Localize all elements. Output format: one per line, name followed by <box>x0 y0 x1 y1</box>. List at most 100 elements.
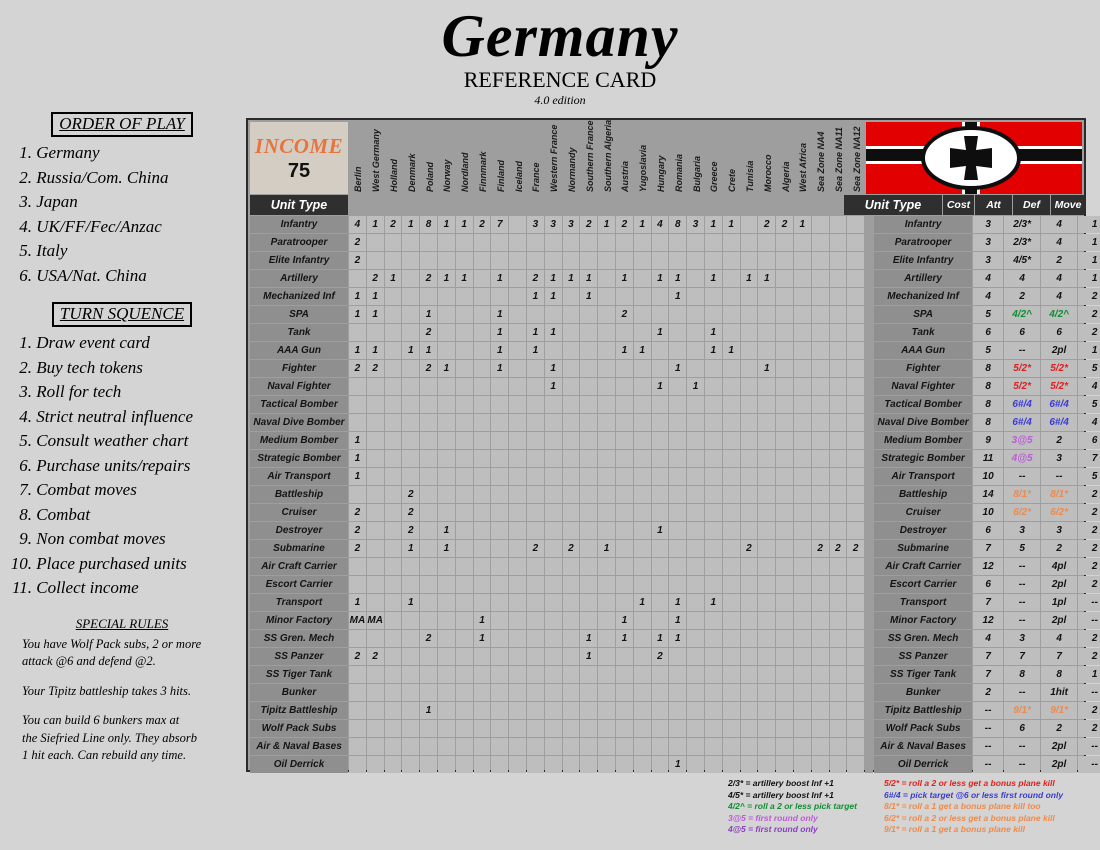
german-war-ensign-icon <box>866 122 1082 194</box>
placement-cell <box>598 234 615 251</box>
placement-cell <box>473 342 491 359</box>
table-row: Artillery 2 1 2 1 1 1 2 1 1 1 1 1 1 1 1 1 Artillery 4 4 4 1 <box>250 270 1100 287</box>
placement-cell: 1 <box>669 630 687 647</box>
placement-cell <box>633 702 651 719</box>
placement-cell <box>811 432 829 449</box>
placement-cell <box>544 756 562 773</box>
territory-header-label: Sea Zone NA12 <box>851 126 862 192</box>
turn-sequence-item-label: Purchase units/repairs <box>32 455 191 475</box>
placement-cell <box>758 612 776 629</box>
placement-cell <box>402 720 420 737</box>
placement-cell <box>349 558 366 575</box>
placement-cell: 2 <box>420 324 437 341</box>
placement-cell <box>580 486 598 503</box>
placement-cell <box>633 306 651 323</box>
placement-cell: MA <box>366 612 384 629</box>
placement-cell <box>526 720 544 737</box>
unit-name-cell: Medium Bomber <box>250 432 348 449</box>
placement-cell <box>473 450 491 467</box>
placement-cell: 3 <box>687 216 704 233</box>
placement-cell <box>580 468 598 485</box>
placement-cell <box>509 684 526 701</box>
territory-header-label: Romania <box>673 153 684 192</box>
placement-cell <box>651 288 669 305</box>
turn-sequence-item: 1. Draw event card <box>0 331 244 356</box>
placement-cell <box>829 270 847 287</box>
placement-cell <box>811 504 829 521</box>
placement-cell <box>811 648 829 665</box>
placement-cell <box>758 558 776 575</box>
placement-cell <box>615 432 633 449</box>
placement-cell <box>598 738 615 755</box>
placement-cell <box>722 684 740 701</box>
def-cell: 5/2* <box>1041 378 1078 395</box>
placement-cell <box>562 324 580 341</box>
placement-cell <box>437 342 455 359</box>
placement-cell <box>722 432 740 449</box>
placement-cell <box>544 234 562 251</box>
column-gap <box>865 648 874 665</box>
turn-sequence-item-label: Non combat moves <box>32 529 166 548</box>
placement-cell <box>811 738 829 755</box>
order-of-play-item-number: 4. <box>19 216 32 236</box>
placement-cell <box>758 684 776 701</box>
placement-cell <box>722 396 740 413</box>
unit-name-cell: Tank <box>250 324 348 341</box>
placement-cell <box>526 468 544 485</box>
placement-cell <box>437 576 455 593</box>
placement-cell <box>651 432 669 449</box>
move-cell: 1 <box>1078 270 1100 287</box>
column-gap <box>865 756 874 773</box>
placement-cell <box>366 450 384 467</box>
unit-name-cell: Infantry <box>250 216 348 233</box>
placement-cell: 1 <box>349 432 366 449</box>
territory-header-sea-zone-na11: Sea Zone NA11 <box>830 122 848 194</box>
placement-cell <box>687 684 704 701</box>
placement-cell <box>758 342 776 359</box>
placement-cell <box>437 306 455 323</box>
placement-cell <box>473 504 491 521</box>
placement-cell <box>793 540 811 557</box>
placement-cell <box>544 396 562 413</box>
placement-cell: 2 <box>349 234 366 251</box>
placement-cell <box>526 558 544 575</box>
placement-cell <box>580 432 598 449</box>
unit-name-cell-right: AAA Gun <box>874 342 973 359</box>
unit-name-cell: Air Transport <box>250 468 348 485</box>
placement-cell <box>544 342 562 359</box>
placement-cell <box>598 306 615 323</box>
placement-cell <box>580 558 598 575</box>
placement-cell <box>384 540 402 557</box>
placement-cell <box>704 252 722 269</box>
unit-name-cell-right: Battleship <box>874 486 973 503</box>
placement-cell <box>526 306 544 323</box>
placement-cell <box>349 630 366 647</box>
placement-cell <box>420 738 437 755</box>
order-of-play-item-label: Russia/Com. China <box>32 167 169 187</box>
placement-cell <box>526 648 544 665</box>
placement-cell <box>509 270 526 287</box>
cost-cell: 7 <box>973 594 1004 611</box>
special-rules-body: You have Wolf Pack subs, 2 or more attack… <box>0 636 244 765</box>
turn-sequence-item-number: 5. <box>19 431 32 450</box>
placement-cell <box>366 522 384 539</box>
legend: 2/3* = artillery boost Inf +1 4/5* = arti… <box>728 778 1100 836</box>
territory-header-tunisia: Tunisia <box>741 122 759 194</box>
placement-cell: 1 <box>669 612 687 629</box>
placement-cell <box>704 612 722 629</box>
placement-cell <box>722 234 740 251</box>
placement-cell <box>651 756 669 773</box>
placement-cell <box>758 648 776 665</box>
cost-cell: 7 <box>973 540 1004 557</box>
unit-name-cell-right: Escort Carrier <box>874 576 973 593</box>
placement-cell <box>722 252 740 269</box>
column-gap <box>865 360 874 377</box>
placement-cell <box>704 540 722 557</box>
placement-cell <box>349 414 366 431</box>
placement-cell <box>847 252 865 269</box>
placement-cell <box>402 558 420 575</box>
placement-cell: 1 <box>651 378 669 395</box>
placement-cell: 2 <box>829 540 847 557</box>
placement-cell <box>420 558 437 575</box>
legend-line: 6#/4 = pick target @6 or less first roun… <box>884 789 1064 800</box>
